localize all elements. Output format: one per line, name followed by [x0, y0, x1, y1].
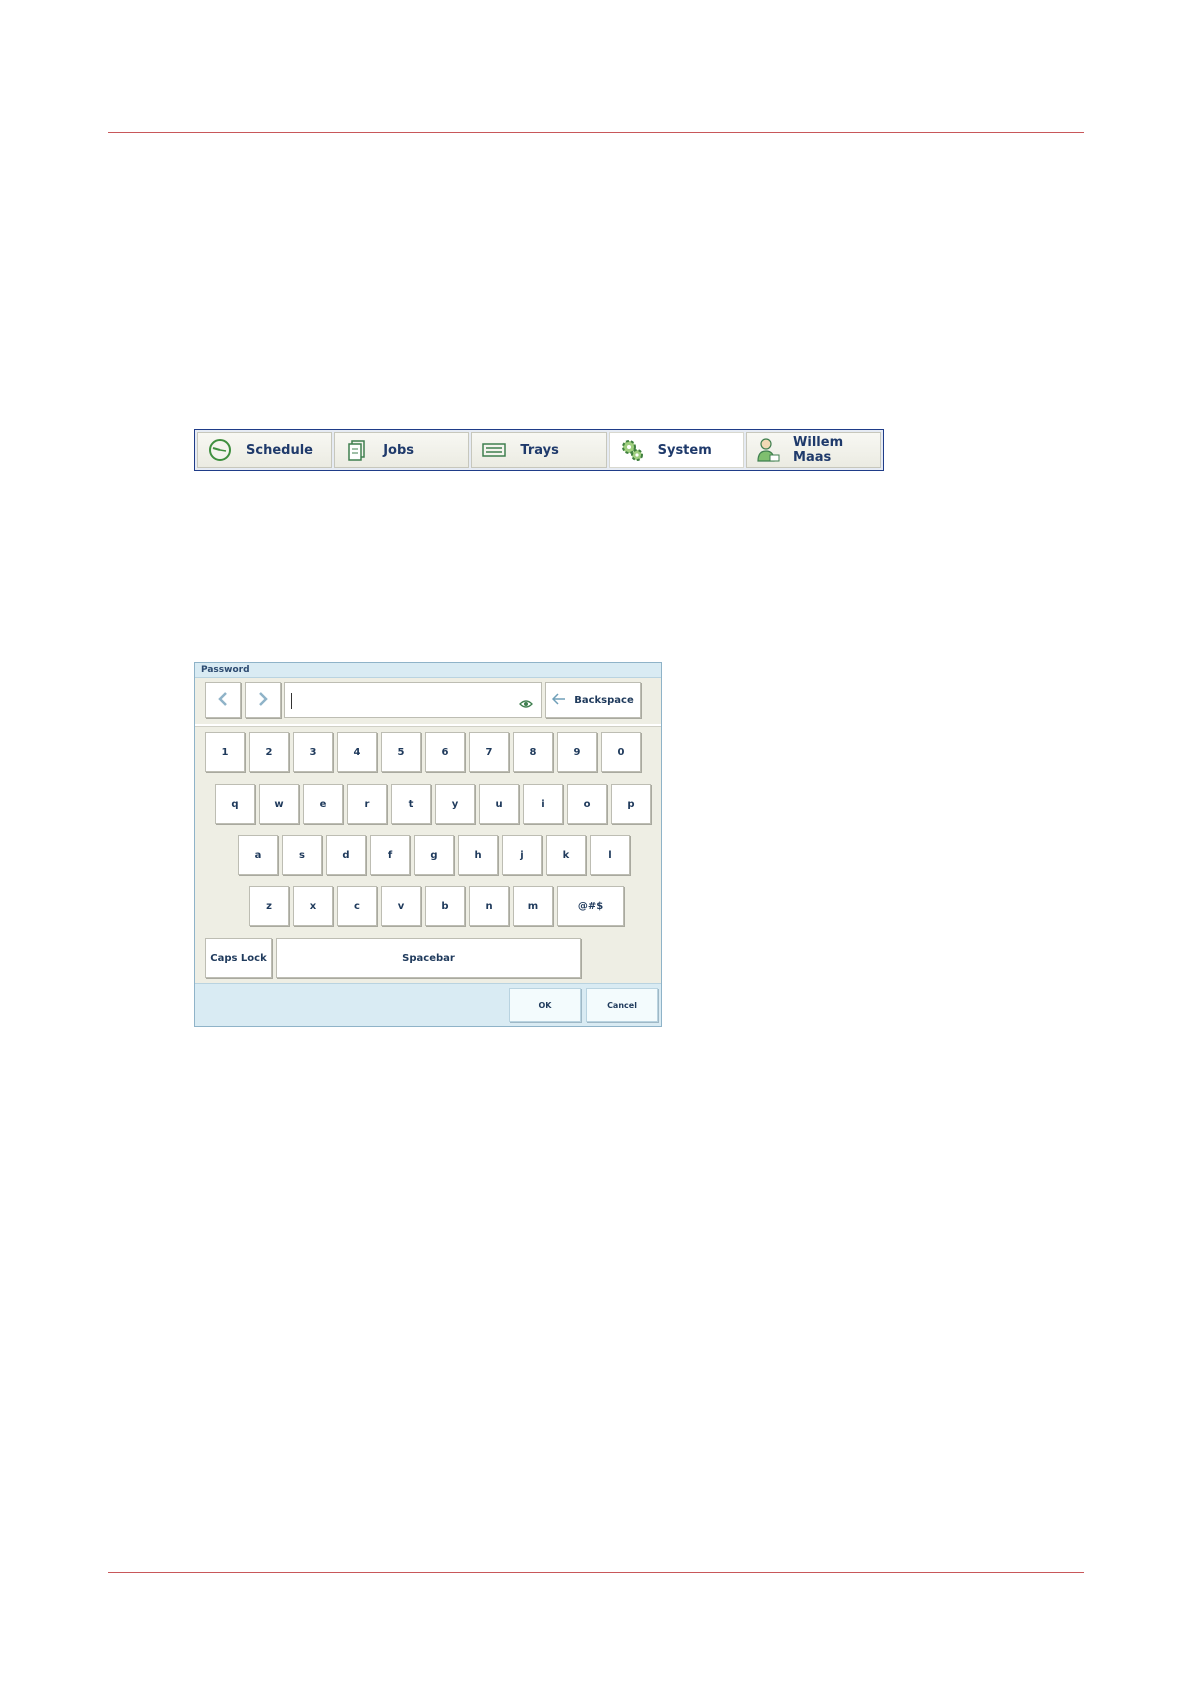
- trays-icon: [480, 437, 508, 463]
- key-8[interactable]: 8: [513, 732, 553, 772]
- key-u[interactable]: u: [479, 784, 519, 824]
- tab-trays[interactable]: Trays: [471, 432, 607, 468]
- backspace-button[interactable]: Backspace: [545, 682, 641, 718]
- key-7[interactable]: 7: [469, 732, 509, 772]
- key-y[interactable]: y: [435, 784, 475, 824]
- key-z[interactable]: z: [249, 886, 289, 926]
- key-x[interactable]: x: [293, 886, 333, 926]
- key-o[interactable]: o: [567, 784, 607, 824]
- key-c[interactable]: c: [337, 886, 377, 926]
- caps-lock-key[interactable]: Caps Lock: [205, 938, 272, 978]
- text-cursor: [291, 693, 292, 709]
- cursor-right-button[interactable]: [245, 682, 281, 718]
- key-v[interactable]: v: [381, 886, 421, 926]
- tab-label: Trays: [520, 442, 559, 458]
- key-3[interactable]: 3: [293, 732, 333, 772]
- key-a[interactable]: a: [238, 835, 278, 875]
- tab-bar: Schedule Jobs Trays System Willem Maas: [194, 429, 884, 471]
- key-f[interactable]: f: [370, 835, 410, 875]
- chevron-right-icon: [257, 691, 269, 709]
- tab-user[interactable]: Willem Maas: [745, 432, 882, 468]
- spacebar-key[interactable]: Spacebar: [276, 938, 581, 978]
- key-h[interactable]: h: [458, 835, 498, 875]
- ok-button[interactable]: OK: [509, 988, 581, 1022]
- key-6[interactable]: 6: [425, 732, 465, 772]
- backspace-label: Backspace: [574, 694, 634, 706]
- key-2[interactable]: 2: [249, 732, 289, 772]
- tab-schedule[interactable]: Schedule: [197, 432, 333, 468]
- tab-jobs[interactable]: Jobs: [334, 432, 470, 468]
- cursor-left-button[interactable]: [205, 682, 241, 718]
- key-b[interactable]: b: [425, 886, 465, 926]
- key-t[interactable]: t: [391, 784, 431, 824]
- key-4[interactable]: 4: [337, 732, 377, 772]
- key-d[interactable]: d: [326, 835, 366, 875]
- key-i[interactable]: i: [523, 784, 563, 824]
- key-e[interactable]: e: [303, 784, 343, 824]
- user-icon: [755, 437, 781, 463]
- tab-label: Jobs: [383, 442, 415, 458]
- key-g[interactable]: g: [414, 835, 454, 875]
- key-s[interactable]: s: [282, 835, 322, 875]
- dialog-divider: [195, 724, 661, 727]
- key-q[interactable]: q: [215, 784, 255, 824]
- password-input[interactable]: [284, 682, 542, 718]
- eye-icon[interactable]: [519, 694, 533, 713]
- dialog-title: Password: [195, 663, 661, 678]
- symbols-key[interactable]: @#$: [557, 886, 624, 926]
- tab-system[interactable]: System: [608, 432, 744, 468]
- password-keyboard-dialog: Password Backspace 1 2 3 4 5 6 7 8 9 0 q…: [194, 662, 662, 1027]
- key-p[interactable]: p: [611, 784, 651, 824]
- key-0[interactable]: 0: [601, 732, 641, 772]
- tab-label: System: [657, 442, 712, 458]
- key-5[interactable]: 5: [381, 732, 421, 772]
- key-9[interactable]: 9: [557, 732, 597, 772]
- key-k[interactable]: k: [546, 835, 586, 875]
- key-1[interactable]: 1: [205, 732, 245, 772]
- clock-icon: [206, 437, 234, 463]
- key-j[interactable]: j: [502, 835, 542, 875]
- key-m[interactable]: m: [513, 886, 553, 926]
- chevron-left-icon: [217, 691, 229, 709]
- cancel-button[interactable]: Cancel: [586, 988, 658, 1022]
- gears-icon: [618, 437, 646, 463]
- backspace-arrow-icon: [552, 692, 566, 708]
- dialog-footer: OK Cancel: [195, 983, 661, 1026]
- jobs-icon: [343, 437, 371, 463]
- tab-label: Willem Maas: [793, 435, 844, 465]
- key-w[interactable]: w: [259, 784, 299, 824]
- key-l[interactable]: l: [590, 835, 630, 875]
- key-r[interactable]: r: [347, 784, 387, 824]
- footer-rule: [108, 1572, 1084, 1573]
- key-n[interactable]: n: [469, 886, 509, 926]
- header-rule: [108, 132, 1084, 133]
- tab-label: Schedule: [246, 442, 313, 458]
